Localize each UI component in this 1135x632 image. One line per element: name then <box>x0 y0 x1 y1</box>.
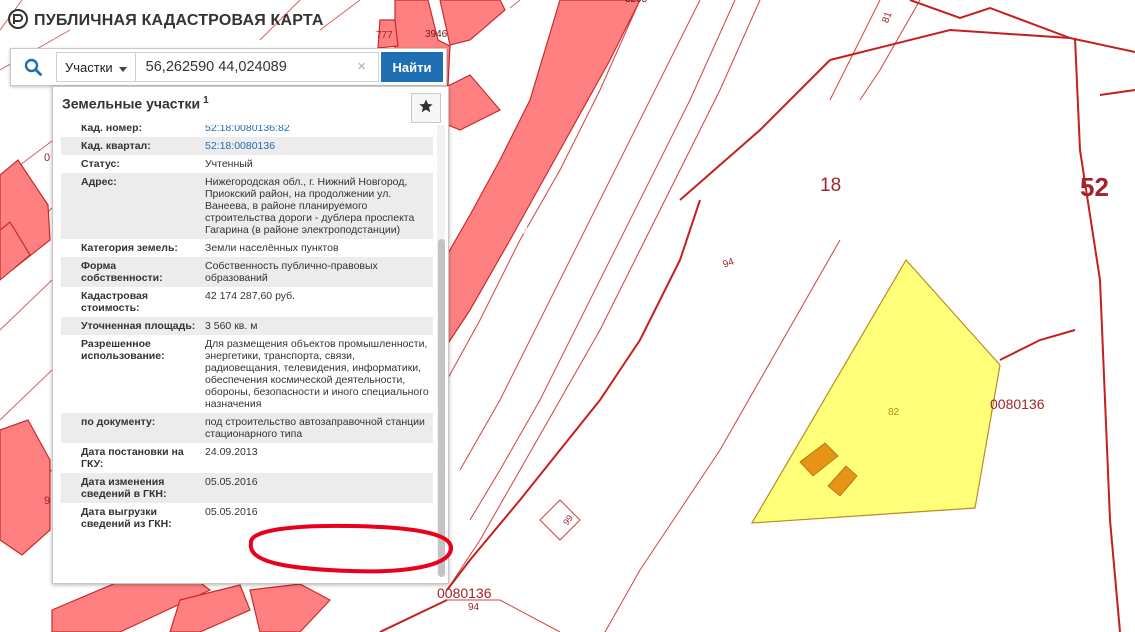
attribute-value: 42 174 287,60 руб. <box>205 290 296 302</box>
attribute-label: Форма собственности: <box>61 257 201 287</box>
map-label-quarter-52: 52 <box>1080 172 1109 202</box>
attribute-label: Дата изменения сведений в ГКН: <box>61 473 201 503</box>
quarter-boundaries <box>379 0 1135 632</box>
app-header: ПУБЛИЧНАЯ КАДАСТРОВАЯ КАРТА <box>8 8 324 34</box>
attribute-label: Адрес: <box>61 173 201 239</box>
panel-title-text: Земельные участки <box>62 95 201 112</box>
parcel-info-panel: Земельные участки 1 Кад. номер: 52:18:0080… <box>52 86 453 584</box>
attribute-label: Разрешенное использование: <box>81 338 165 362</box>
attribute-value: Собственность публично-правовых образова… <box>201 257 433 287</box>
search-input[interactable] <box>135 52 379 82</box>
parcel-attributes-table: Кад. номер: 52:18:0080136:82 Кад. квартал:… <box>61 125 433 533</box>
attribute-row: Статус: Учтенный <box>61 155 433 173</box>
attribute-label: Категория земель: <box>81 242 178 254</box>
attribute-value: Нижегородская обл., г. Нижний Новгород, … <box>201 173 433 239</box>
attribute-label: Дата постановки на ГКУ: <box>81 446 184 470</box>
attribute-row: Разрешенное использование: Для размещения… <box>61 335 433 413</box>
attribute-label: Уточненная площадь: <box>61 317 201 335</box>
map-label-82: 82 <box>888 407 900 418</box>
map-label-9: 9 <box>44 495 51 507</box>
search-icon[interactable] <box>11 49 55 85</box>
attribute-row: Форма собственности: Собственность публич… <box>61 257 433 287</box>
map-label-3946: 3946 <box>425 29 448 40</box>
clear-icon[interactable]: × <box>357 58 366 75</box>
attribute-value: под строительство автозаправочной станци… <box>201 413 433 443</box>
app-logo-icon[interactable] <box>8 8 28 34</box>
attribute-row: по документу: под строительство автозапра… <box>61 413 433 443</box>
attribute-row: Дата выгрузки сведений из ГКН: 05.05.2016 <box>61 503 433 533</box>
attribute-label: Дата выгрузки сведений из ГКН: <box>81 506 172 530</box>
map-label-94-bottom: 94 <box>468 602 480 613</box>
attribute-row: Уточненная площадь: 3 560 кв. м <box>61 317 433 335</box>
map-road-lines <box>446 0 921 632</box>
map-label-18: 18 <box>820 175 842 196</box>
attribute-label: Статус: <box>81 158 120 170</box>
attribute-label: Кад. номер: <box>81 125 143 134</box>
attribute-row: Кад. номер: 52:18:0080136:82 <box>61 125 433 137</box>
map-label-0080136-bottom: 0080136 <box>437 585 492 601</box>
attribute-value: 52:18:0080136:82 <box>201 125 433 137</box>
panel-title: Земельные участки 1 <box>62 95 209 112</box>
panel-title-count: 1 <box>203 95 209 106</box>
attribute-row: Кадастровая стоимость: 42 174 287,60 руб. <box>61 287 433 317</box>
attribute-value: Учтенный <box>205 158 253 170</box>
map-label-777: 777 <box>376 30 393 41</box>
search-type-select[interactable]: Участки <box>56 52 136 82</box>
scrollbar-thumb[interactable] <box>438 239 445 577</box>
cadastral-quarter-link[interactable]: 52:18:0080136 <box>205 140 275 152</box>
map-label-3293-top: 3293 <box>625 0 647 5</box>
map-label-0080136: 0080136 <box>990 396 1045 412</box>
attribute-row: Кад. квартал: 52:18:0080136 <box>61 137 433 155</box>
search-type-label: Участки <box>65 59 113 75</box>
find-button[interactable]: Найти <box>381 52 443 82</box>
star-icon <box>418 98 434 119</box>
attribute-row: Адрес: Нижегородская обл., г. Нижний Новг… <box>61 173 433 239</box>
attribute-value: 52:18:0080136 <box>201 137 433 155</box>
attribute-value: Земли населённых пунктов <box>205 242 339 254</box>
attribute-row: Категория земель: Земли населённых пункто… <box>61 239 433 257</box>
favorite-star-button[interactable] <box>411 93 441 123</box>
selected-parcel-82[interactable] <box>750 258 1001 524</box>
chevron-down-icon <box>118 60 127 75</box>
search-bar: Участки × Найти <box>10 48 447 86</box>
attribute-value: 24.09.2013 <box>205 446 258 458</box>
attribute-label: Кадастровая стоимость: <box>81 290 148 314</box>
attribute-row: Дата постановки на ГКУ: 24.09.2013 <box>61 443 433 473</box>
attribute-value: 05.05.2016 <box>201 473 433 503</box>
parcel-3293 <box>446 0 641 348</box>
attribute-value: 3 560 кв. м <box>201 317 433 335</box>
attribute-row: Дата изменения сведений в ГКН: 05.05.2016 <box>61 473 433 503</box>
panel-scroll-area[interactable]: Кад. номер: 52:18:0080136:82 Кад. квартал:… <box>61 125 433 572</box>
attribute-value: Для размещения объектов промышленности, … <box>205 338 429 410</box>
attribute-label: Кад. квартал: <box>61 137 201 155</box>
cadastral-number-link[interactable]: 52:18:0080136:82 <box>205 125 290 134</box>
attribute-value: 05.05.2016 <box>205 506 258 518</box>
attribute-label: по документу: <box>61 413 201 443</box>
map-label-0: 0 <box>44 152 51 164</box>
app-title: ПУБЛИЧНАЯ КАДАСТРОВАЯ КАРТА <box>34 12 324 29</box>
